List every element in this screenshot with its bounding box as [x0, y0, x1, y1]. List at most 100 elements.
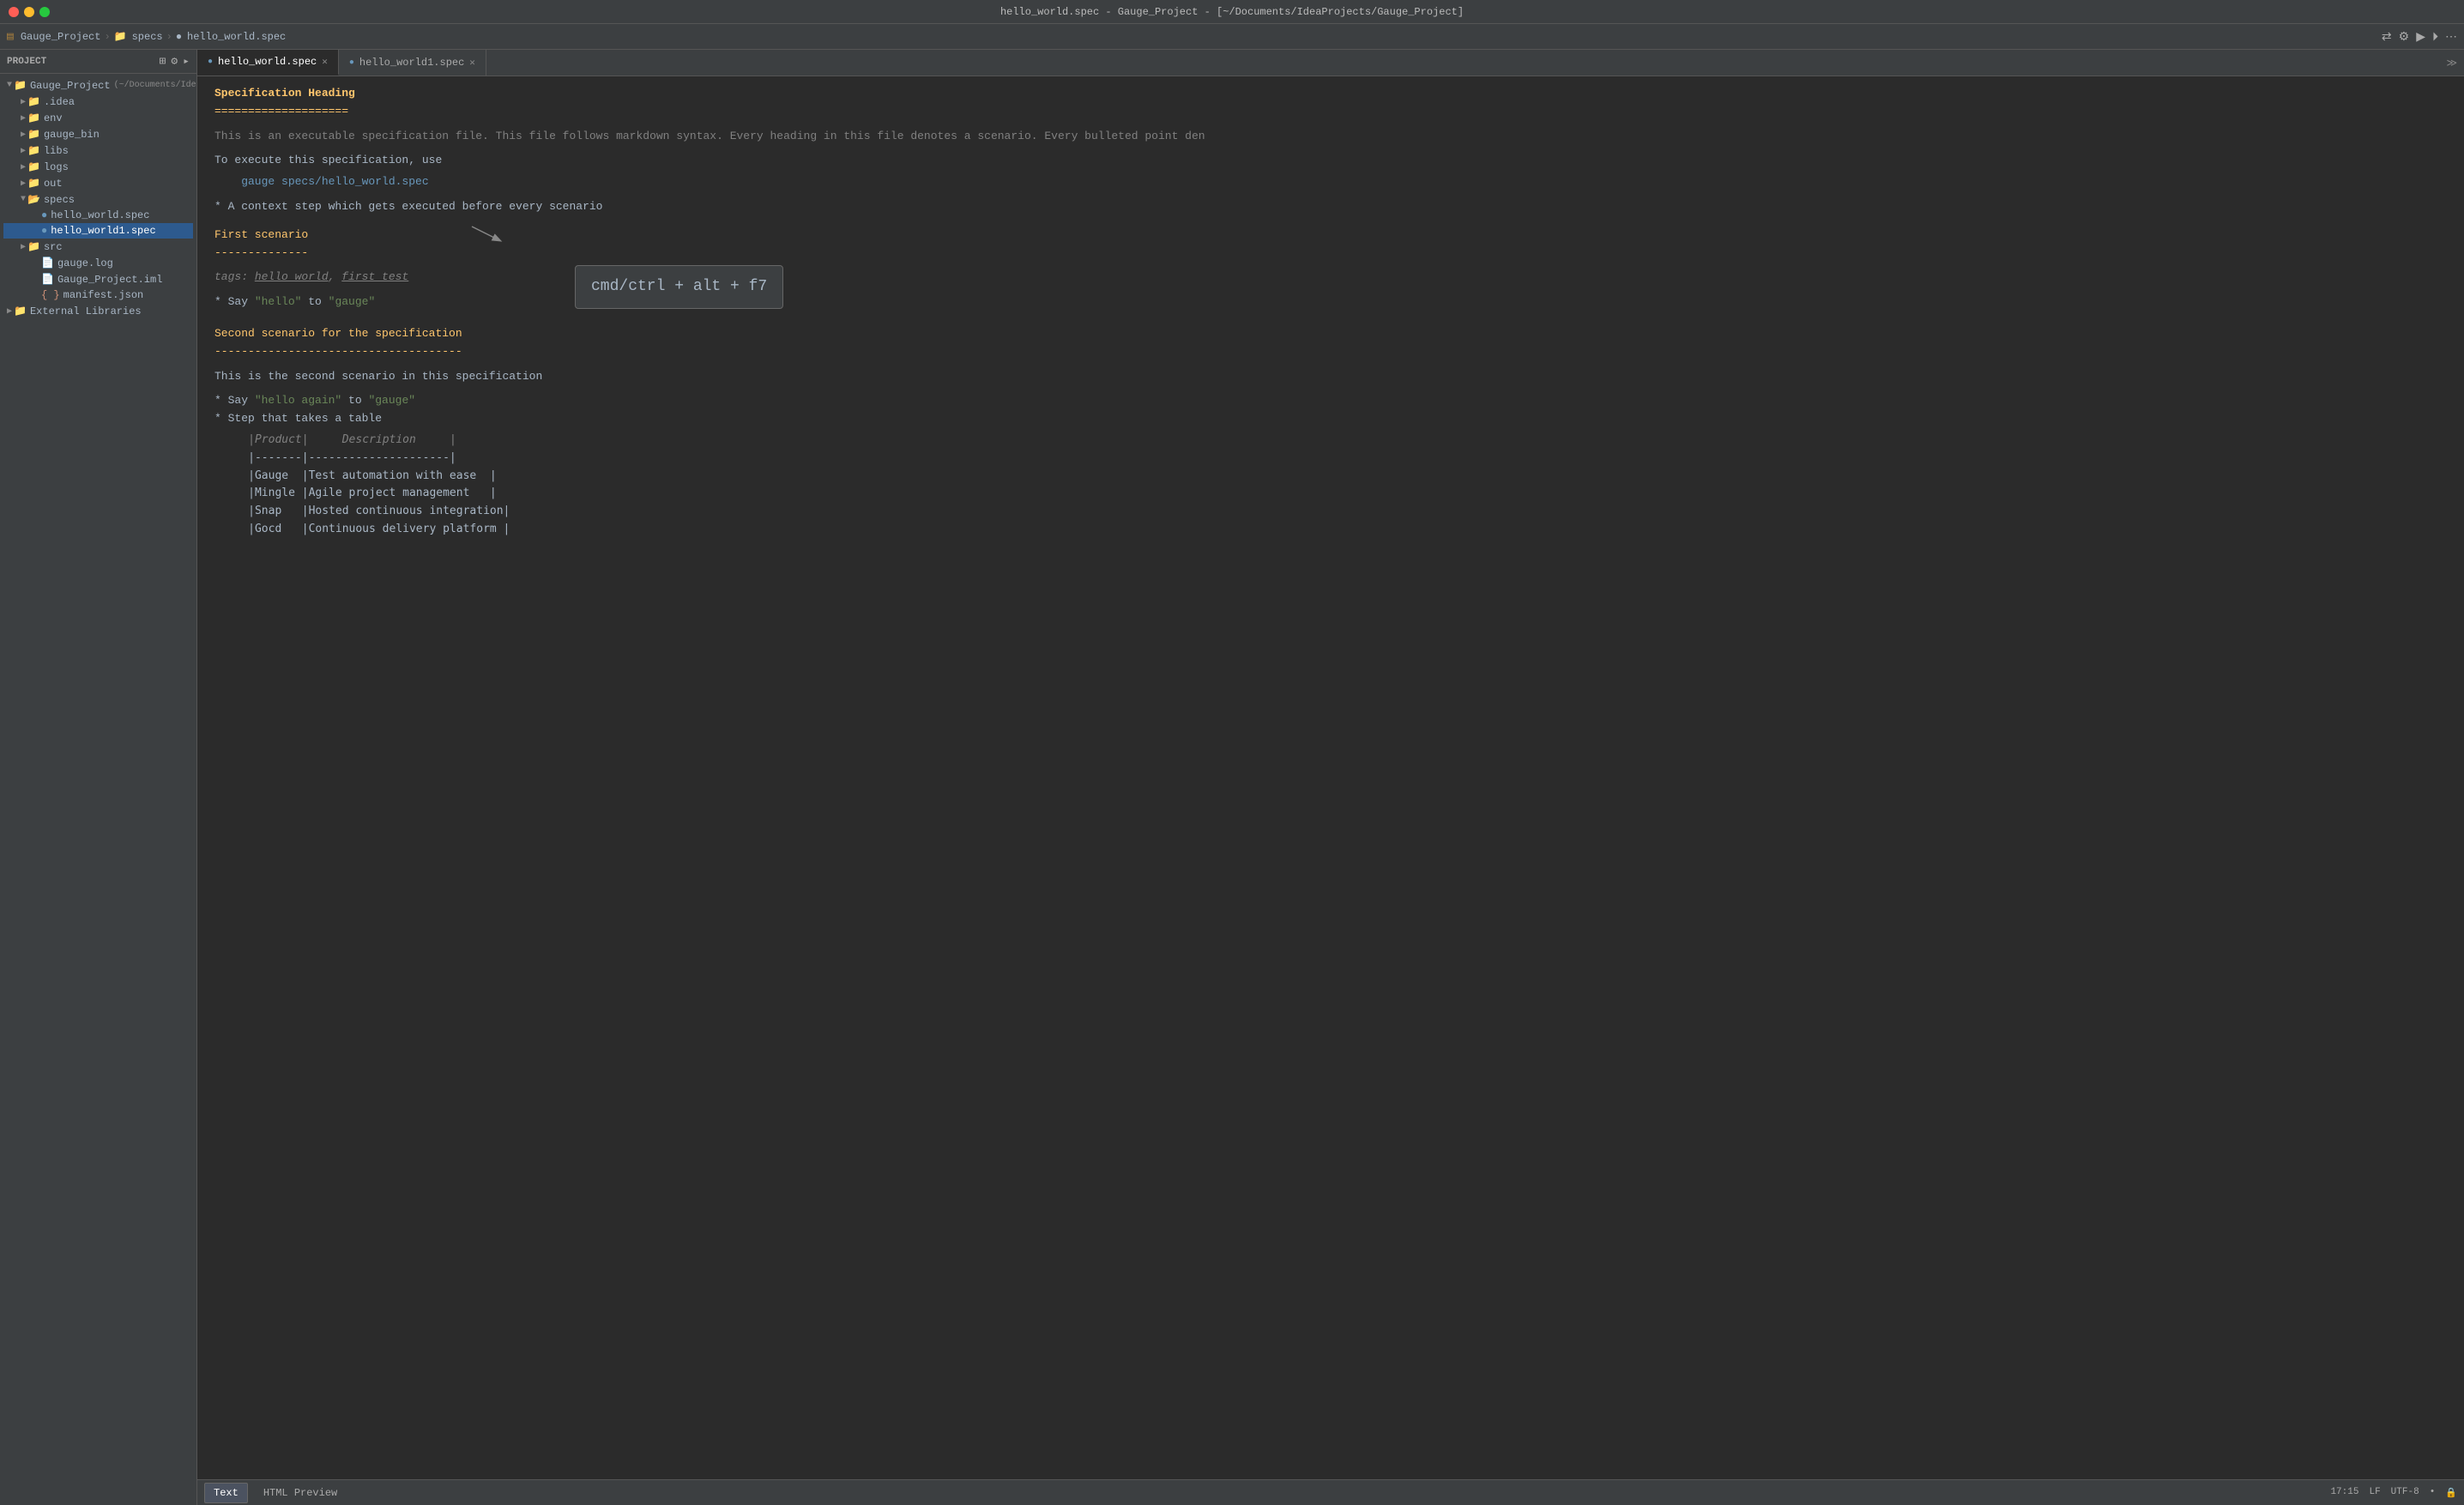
- arrow-icon: ▶: [21, 113, 26, 124]
- close-button[interactable]: [9, 7, 19, 17]
- spec-heading-line: Specification Heading: [214, 85, 2447, 103]
- tab-close-icon[interactable]: ✕: [322, 56, 328, 68]
- sidebar-item-src[interactable]: ▶ 📁 src: [3, 239, 193, 255]
- status-separator: •: [2430, 1487, 2436, 1499]
- tree-label: env: [44, 112, 63, 124]
- spec-underline-text: ====================: [214, 105, 348, 118]
- nav-sync-button[interactable]: ⇄: [2382, 29, 2392, 44]
- tab-hello-world1-spec[interactable]: ● hello_world1.spec ✕: [339, 50, 486, 76]
- nav-bar: ▤ Gauge_Project › 📁 specs › ● hello_worl…: [0, 24, 2464, 50]
- folder-icon: 📁: [27, 95, 40, 108]
- spec-scenario2-underline: -------------------------------------: [214, 343, 2447, 361]
- spec-comment-text: This is an executable specification file…: [214, 130, 1205, 142]
- nav-settings-button[interactable]: ⚙: [2399, 29, 2410, 44]
- status-encoding: UTF-8: [2391, 1487, 2419, 1499]
- sidebar-item-external-libraries[interactable]: ▶ 📁 External Libraries: [3, 303, 193, 319]
- tab-right-button[interactable]: ≫: [2439, 50, 2464, 76]
- spec-scenario2-desc-text: This is the second scenario in this spec…: [214, 370, 542, 383]
- tree-label: out: [44, 178, 63, 190]
- nav-run-button[interactable]: ▶: [2416, 29, 2425, 44]
- spec-table: |Product| Description | |-------|-------…: [214, 432, 2447, 539]
- status-position: 17:15: [2330, 1487, 2358, 1499]
- spec-step2-param1: "hello again": [255, 394, 341, 407]
- bottom-bar: Text HTML Preview 17:15 LF UTF-8 • 🔒: [197, 1479, 2464, 1505]
- sidebar-icon-sync[interactable]: ⊞: [160, 55, 166, 68]
- sidebar-item-env[interactable]: ▶ 📁 env: [3, 110, 193, 126]
- spec-tags-label: tags:: [214, 270, 255, 283]
- spec-step1-to: to: [301, 295, 328, 308]
- nav-right-icons: ⇄ ⚙ ▶ ⏵ ⋯: [2382, 29, 2457, 44]
- sidebar-item-gauge-project-iml[interactable]: ▶ 📄 Gauge_Project.iml: [3, 271, 193, 287]
- tree-label: specs: [44, 194, 75, 206]
- editor-inner: Specification Heading ==================…: [214, 85, 2447, 539]
- sidebar-item-hello-world1-spec[interactable]: ▶ ● hello_world1.spec: [3, 223, 193, 239]
- arrow-icon: ▶: [21, 97, 26, 107]
- spec-icon: ●: [41, 225, 47, 237]
- breadcrumb-project[interactable]: Gauge_Project: [21, 31, 101, 43]
- tab-dot-icon: ●: [349, 58, 354, 68]
- sidebar-icon-settings[interactable]: ⚙: [171, 55, 178, 68]
- log-icon: 📄: [41, 257, 54, 269]
- project-label: Gauge_Project: [30, 80, 111, 92]
- tab-label: hello_world1.spec: [359, 57, 464, 69]
- sidebar-item-specs[interactable]: ▼ 📂 specs: [3, 191, 193, 208]
- spec-heading-text: Specification Heading: [214, 87, 355, 100]
- breadcrumb-folder-icon: 📁: [114, 30, 127, 43]
- minimize-button[interactable]: [24, 7, 34, 17]
- nav-debug-button[interactable]: ⏵: [2432, 29, 2438, 44]
- breadcrumb-file[interactable]: hello_world.spec: [187, 31, 286, 43]
- spec-table-row3: |Snap |Hosted continuous integration|: [214, 505, 510, 517]
- status-lf: LF: [2369, 1487, 2380, 1499]
- spec-step1-line: * Say "hello" to "gauge": [214, 293, 2447, 311]
- sidebar-item-logs[interactable]: ▶ 📁 logs: [3, 159, 193, 175]
- folder-icon: 📁: [27, 177, 40, 190]
- tree-label: hello_world.spec: [51, 209, 149, 221]
- folder-icon: 📁: [27, 112, 40, 124]
- sidebar-item-gauge-log[interactable]: ▶ 📄 gauge.log: [3, 255, 193, 271]
- sidebar-header-title: Project: [7, 57, 46, 67]
- sidebar-item-idea[interactable]: ▶ 📁 .idea: [3, 94, 193, 110]
- spec-table-header-row: |Product| Description |: [214, 433, 456, 446]
- sidebar-item-manifest-json[interactable]: ▶ { } manifest.json: [3, 287, 193, 303]
- arrow-icon: ▼: [7, 81, 12, 90]
- spec-heading-underline: ====================: [214, 103, 2447, 121]
- shortcut-popup: cmd/ctrl + alt + f7: [575, 265, 783, 309]
- maximize-button[interactable]: [39, 7, 50, 17]
- breadcrumb: Gauge_Project › 📁 specs › ● hello_world.…: [21, 30, 286, 43]
- spec-scenario1-heading: First scenario: [214, 227, 2447, 245]
- breadcrumb-specs[interactable]: specs: [132, 31, 163, 43]
- bottom-tab-html-preview[interactable]: HTML Preview: [255, 1484, 346, 1502]
- tab-hello-world-spec[interactable]: ● hello_world.spec ✕: [197, 50, 339, 76]
- spec-command-line: gauge specs/hello_world.spec: [214, 173, 2447, 191]
- arrow-icon: ▶: [21, 146, 26, 156]
- nav-more-button[interactable]: ⋯: [2445, 29, 2457, 44]
- project-path: (~/Documents/IdeaProjects/Gauge_Proj...: [114, 81, 197, 90]
- folder-icon: 📁: [27, 128, 40, 141]
- spec-scenario2-ul-text: -------------------------------------: [214, 345, 462, 358]
- spec-step1-param2: "gauge": [329, 295, 376, 308]
- editor-content[interactable]: Specification Heading ==================…: [197, 76, 2464, 1479]
- sidebar-item-hello-world-spec[interactable]: ▶ ● hello_world.spec: [3, 208, 193, 223]
- sidebar-item-out[interactable]: ▶ 📁 out: [3, 175, 193, 191]
- folder-icon: 📁: [27, 160, 40, 173]
- tab-dot-icon: ●: [208, 57, 213, 67]
- sidebar-icon-collapse[interactable]: ▸: [183, 55, 190, 68]
- spec-tags-comma: ,: [329, 270, 342, 283]
- sidebar-item-libs[interactable]: ▶ 📁 libs: [3, 142, 193, 159]
- sidebar-header: Project ⊞ ⚙ ▸: [0, 50, 196, 74]
- arrow-icon: ▼: [21, 195, 26, 204]
- tab-close-icon[interactable]: ✕: [469, 57, 475, 69]
- bottom-tab-html-preview-label: HTML Preview: [263, 1487, 337, 1499]
- spec-step2-param2: "gauge": [368, 394, 415, 407]
- spec-table-sep: |-------|---------------------|: [214, 451, 456, 464]
- sidebar-item-gauge-project[interactable]: ▼ 📁 Gauge_Project (~/Documents/IdeaProje…: [3, 77, 193, 94]
- bottom-tab-text[interactable]: Text: [204, 1483, 248, 1503]
- project-tree: ▼ 📁 Gauge_Project (~/Documents/IdeaProje…: [0, 74, 196, 323]
- nav-icon-folder: ▤: [7, 30, 14, 43]
- sidebar-item-gauge-bin[interactable]: ▶ 📁 gauge_bin: [3, 126, 193, 142]
- folder-icon: 📁: [27, 240, 40, 253]
- tree-label: gauge.log: [57, 257, 113, 269]
- bottom-tab-text-label: Text: [214, 1487, 239, 1499]
- spec-tags-line: tags: hello world, first_test: [214, 269, 2447, 287]
- spec-execute-text: To execute this specification, use: [214, 154, 442, 166]
